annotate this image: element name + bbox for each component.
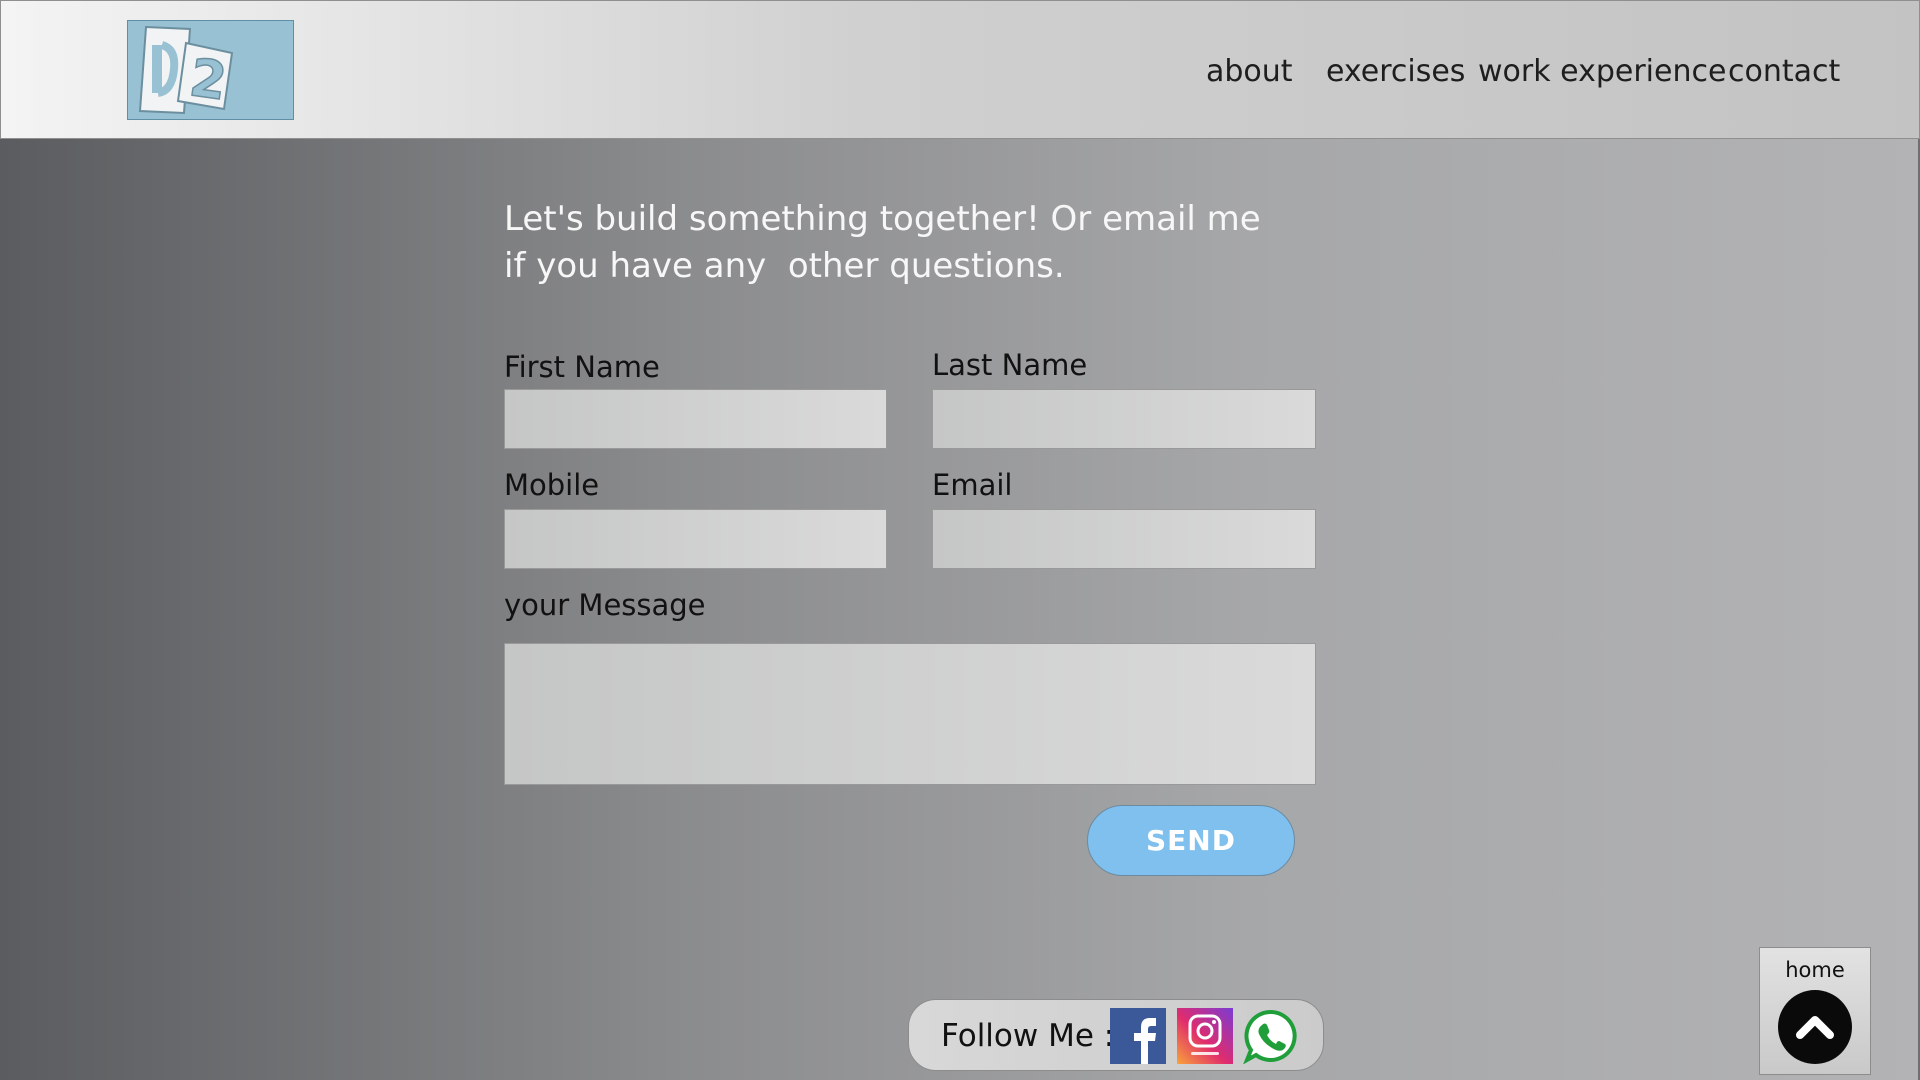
email-field[interactable] (932, 509, 1316, 569)
home-label: home (1785, 958, 1845, 982)
nav-about[interactable]: about (1206, 54, 1293, 89)
first-name-field[interactable] (504, 389, 887, 449)
intro-text: Let's build something together! Or email… (504, 196, 1264, 290)
mobile-field[interactable] (504, 509, 887, 569)
contact-section: Let's build something together! Or email… (0, 139, 1920, 1080)
send-button[interactable]: SEND (1087, 805, 1295, 876)
message-textarea[interactable] (504, 643, 1316, 785)
site-logo[interactable]: 2 (127, 20, 294, 120)
mobile-label: Mobile (504, 468, 600, 502)
nav-exercises[interactable]: exercises (1326, 54, 1465, 89)
first-name-label: First Name (504, 350, 660, 384)
last-name-label: Last Name (932, 348, 1088, 382)
top-navbar: 2 about exercises work experience contac… (0, 0, 1920, 139)
follow-me-label: Follow Me : (941, 1018, 1115, 1054)
last-name-field[interactable] (932, 389, 1316, 449)
nav-work-experience[interactable]: work experience (1478, 54, 1726, 89)
nav-contact[interactable]: contact (1728, 54, 1840, 89)
logo-mark: 2 (138, 25, 234, 115)
home-widget: home (1759, 947, 1871, 1075)
email-label: Email (932, 468, 1013, 502)
facebook-icon[interactable] (1110, 1008, 1166, 1064)
intro-line-1: Let's build something together! Or email… (504, 199, 1261, 239)
follow-me-bar: Follow Me : (908, 999, 1324, 1071)
message-label: your Message (504, 588, 706, 622)
instagram-icon[interactable] (1177, 1008, 1233, 1064)
scroll-to-top-button[interactable] (1778, 990, 1852, 1064)
chevron-up-icon (1796, 1016, 1834, 1039)
whatsapp-icon[interactable] (1243, 1008, 1299, 1065)
intro-line-2: if you have any other questions. (504, 246, 1065, 286)
